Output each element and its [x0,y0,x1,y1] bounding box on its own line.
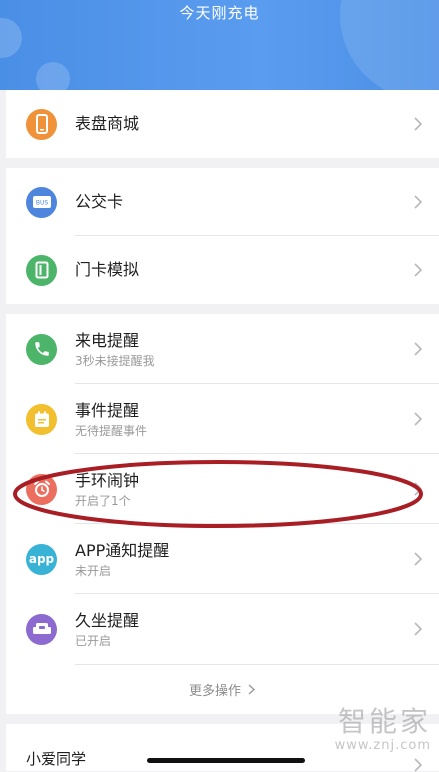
row-band-alarm[interactable]: 手环闹钟 开启了1个 [6,454,439,524]
row-door-card[interactable]: 门卡模拟 [6,236,439,304]
row-call-reminder[interactable]: 来电提醒 3秒未接提醒我 [6,314,439,384]
row-text: 表盘商城 [75,90,139,158]
chevron-right-icon [248,683,256,695]
phone-icon [26,333,57,365]
row-bus-card[interactable]: BUS 公交卡 [6,168,439,236]
row-text: 事件提醒 无待提醒事件 [75,384,147,454]
row-subtitle: 无待提醒事件 [75,423,148,438]
card-cards: BUS 公交卡 门卡模拟 [6,168,439,304]
row-label: 门卡模拟 [75,260,140,279]
door-card-icon [26,254,57,286]
row-label: 小爱同学 [26,750,87,768]
row-text: 来电提醒 3秒未接提醒我 [75,314,155,384]
app-icon-text: app [28,552,55,566]
battery-status-title: 今天刚充电 [179,4,260,22]
app-notification-icon: app [26,543,57,575]
svg-text:BUS: BUS [35,200,48,207]
more-actions-button[interactable]: 更多操作 [75,664,439,713]
row-subtitle: 3秒未接提醒我 [75,353,155,368]
chevron-right-icon [414,195,423,209]
row-label: 久坐提醒 [75,610,140,630]
chevron-right-icon [414,552,423,566]
sofa-icon [26,613,57,645]
row-watch-face-store[interactable]: 表盘商城 [6,90,439,158]
row-label: 表盘商城 [75,114,140,133]
home-indicator[interactable] [147,758,305,763]
header-banner: 今天刚充电 [0,0,439,90]
row-label: 来电提醒 [75,330,140,350]
row-text: 久坐提醒 已开启 [75,594,139,664]
chevron-right-icon [414,263,423,277]
bus-card-icon: BUS [26,186,57,218]
row-text: APP通知提醒 未开启 [75,524,169,594]
row-text: 门卡模拟 [75,236,139,304]
chevron-right-icon [414,622,423,636]
card-reminders: 来电提醒 3秒未接提醒我 事件提醒 无待提醒事件 手环闹钟 开启了1个 app … [6,314,439,714]
watch-face-store-icon [26,108,57,140]
row-app-notification[interactable]: app APP通知提醒 未开启 [6,524,439,594]
row-label: 手环闹钟 [75,470,140,490]
row-sedentary-reminder[interactable]: 久坐提醒 已开启 [6,594,439,664]
row-label: 事件提醒 [75,400,140,420]
decor-bubble [36,62,70,90]
chevron-right-icon [414,482,423,496]
row-subtitle: 开启了1个 [75,493,131,508]
row-text: 手环闹钟 开启了1个 [75,454,139,524]
card-store: 表盘商城 [6,90,439,158]
row-subtitle: 已开启 [75,633,112,648]
row-label: APP通知提醒 [75,540,170,560]
chevron-right-icon [414,412,423,426]
chevron-right-icon [414,117,423,131]
row-label: 公交卡 [75,192,124,211]
decor-bubble [0,18,22,58]
calendar-icon [26,403,57,435]
row-subtitle: 未开启 [75,563,112,578]
row-text: 公交卡 [75,168,123,236]
row-event-reminder[interactable]: 事件提醒 无待提醒事件 [6,384,439,454]
chevron-right-icon [414,758,423,772]
card-xiaoai[interactable]: 小爱同学 [6,724,439,772]
chevron-right-icon [414,342,423,356]
alarm-clock-icon [26,473,57,505]
more-actions-label: 更多操作 [188,683,241,699]
